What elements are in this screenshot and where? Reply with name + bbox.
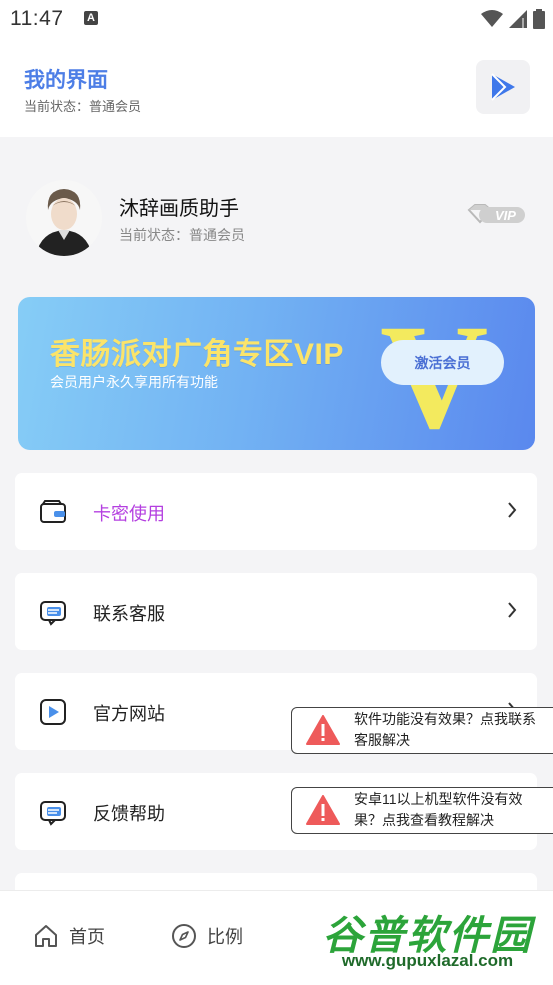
page-title: 我的界面 (24, 69, 108, 92)
chevron-right-icon (508, 502, 517, 518)
menu-label-official-site: 官方网站 (93, 704, 165, 724)
tab-ratio[interactable]: 比例 (171, 923, 243, 949)
vip-card-title: 香肠派对广角专区VIP (50, 338, 344, 371)
play-icon (491, 73, 515, 101)
status-bar: 11:47 A (0, 0, 553, 38)
menu-label-card-key: 卡密使用 (93, 504, 165, 524)
battery-icon (533, 9, 545, 29)
play-button[interactable] (476, 60, 530, 114)
tab-ratio-label: 比例 (207, 927, 243, 947)
activate-vip-button[interactable]: 激活会员 (381, 340, 504, 385)
vip-badge: VIP (465, 204, 527, 231)
toast-tutorial[interactable]: 安卓11以上机型软件没有效果？点我查看教程解决 (291, 787, 553, 834)
watermark-url: www.gupuxlazal.com (341, 951, 514, 970)
warning-icon (306, 795, 340, 825)
vip-banner[interactable]: V 香肠派对广角专区VIP 会员用户永久享用所有功能 激活会员 (18, 297, 535, 450)
chevron-right-icon (508, 602, 517, 618)
site-watermark: 谷普软件园 www.gupuxlazal.com (305, 897, 550, 977)
signal-icon (509, 10, 527, 28)
play-square-icon (40, 699, 66, 725)
toast-support-text: 软件功能没有效果？点我联系客服解决 (354, 711, 536, 748)
home-icon (35, 925, 57, 947)
tab-home-label: 首页 (69, 927, 105, 947)
warning-icon (306, 715, 340, 745)
notification-a-icon: A (84, 11, 98, 25)
wifi-icon (481, 10, 503, 27)
status-time: 11:47 (10, 7, 64, 30)
menu-label-feedback: 反馈帮助 (93, 804, 165, 824)
toast-support[interactable]: 软件功能没有效果？点我联系客服解决 (291, 707, 553, 754)
status-icons (481, 9, 545, 29)
menu-label-contact-support: 联系客服 (93, 604, 165, 624)
profile-status: 当前状态：普通会员 (119, 227, 245, 243)
avatar[interactable] (26, 180, 102, 256)
page-subtitle: 当前状态：普通会员 (24, 99, 142, 114)
vip-badge-label: VIP (495, 208, 516, 223)
chat-icon (40, 601, 66, 626)
profile-section: 沐辞画质助手 当前状态：普通会员 VIP (0, 137, 553, 287)
chat-icon (40, 801, 66, 826)
vip-card-subtitle: 会员用户永久享用所有功能 (50, 374, 218, 390)
menu-item-contact-support[interactable]: 联系客服 (15, 573, 537, 650)
toast-tutorial-text: 安卓11以上机型软件没有效果？点我查看教程解决 (354, 791, 523, 828)
app-header: 我的界面 当前状态：普通会员 (0, 38, 553, 137)
profile-name: 沐辞画质助手 (119, 198, 239, 220)
wallet-icon (40, 500, 66, 523)
avatar-image (26, 180, 102, 256)
menu-item-card-key[interactable]: 卡密使用 (15, 473, 537, 550)
compass-icon (172, 924, 196, 948)
tab-home[interactable]: 首页 (33, 923, 105, 949)
